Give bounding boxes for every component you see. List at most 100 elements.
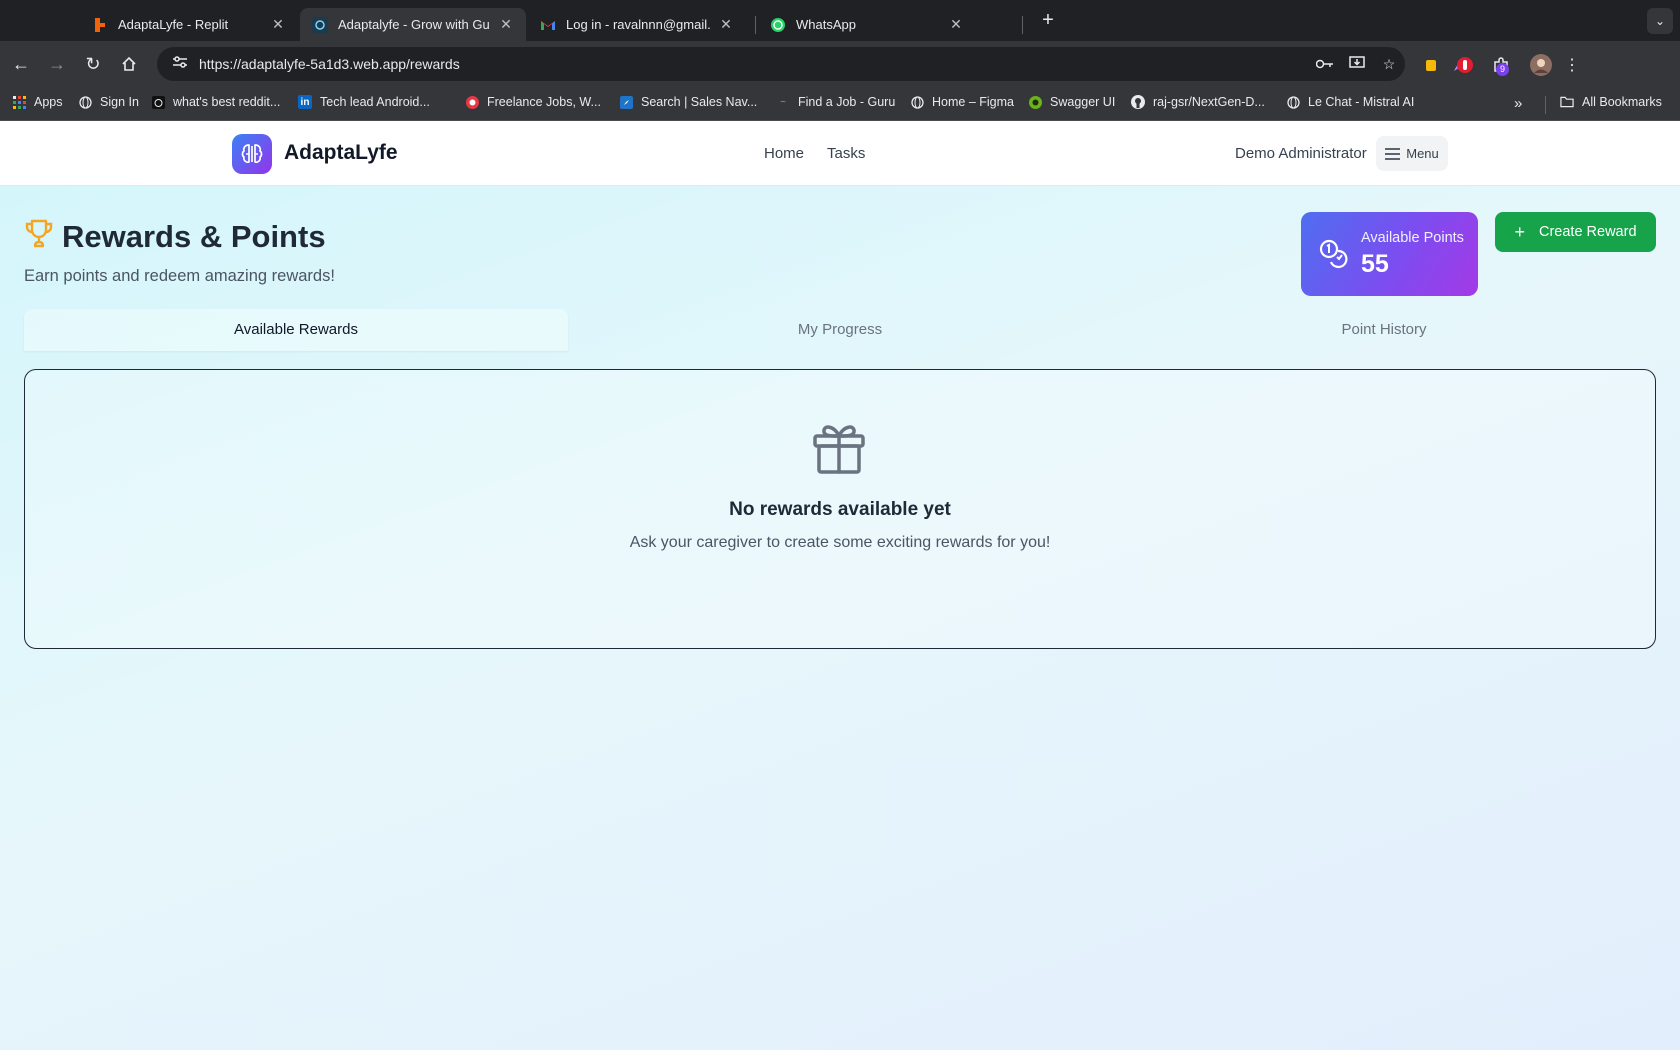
- app-navbar: AdaptaLyfe Home Tasks Demo Administrator…: [0, 121, 1680, 186]
- profile-avatar[interactable]: [1529, 53, 1553, 77]
- tab-separator: [755, 16, 756, 34]
- page-header: Rewards & Points: [24, 218, 326, 255]
- bookmarks-overflow-button[interactable]: »: [1514, 95, 1522, 112]
- close-icon[interactable]: ✕: [498, 16, 514, 33]
- new-tab-button[interactable]: +: [1035, 8, 1061, 34]
- bookmark-star-icon[interactable]: ☆: [1373, 56, 1405, 73]
- password-key-icon[interactable]: [1309, 56, 1341, 72]
- bookmark-guru[interactable]: ~ Find a Job - Guru: [776, 95, 895, 109]
- points-value: 55: [1361, 250, 1389, 278]
- extension-badge: 9: [1496, 63, 1509, 76]
- empty-state-text: Ask your caregiver to create some exciti…: [629, 534, 1051, 551]
- tab-my-progress[interactable]: My Progress: [568, 309, 1112, 351]
- bookmarks-separator: [1545, 96, 1546, 114]
- browser-toolbar: ← → ↻ https://adaptalyfe-5a1d3.web.app/r…: [0, 41, 1680, 88]
- nav-tasks-link[interactable]: Tasks: [827, 145, 865, 162]
- address-bar[interactable]: https://adaptalyfe-5a1d3.web.app/rewards…: [157, 47, 1405, 81]
- tab-title: Adaptalyfe - Grow with Guida: [338, 17, 490, 32]
- globe-icon: [1286, 95, 1300, 109]
- bookmark-freelance[interactable]: Freelance Jobs, W...: [465, 95, 601, 109]
- create-reward-button[interactable]: + Create Reward: [1495, 212, 1656, 252]
- brand-name[interactable]: AdaptaLyfe: [284, 141, 398, 165]
- adblock-extension-icon[interactable]: [1453, 53, 1477, 77]
- close-icon[interactable]: ✕: [718, 16, 734, 33]
- linkedin-icon: in: [298, 95, 312, 109]
- bookmark-label: Swagger UI: [1050, 95, 1116, 109]
- bookmark-label: Find a Job - Guru: [798, 95, 896, 109]
- menu-label: Menu: [1406, 146, 1439, 161]
- site-settings-icon[interactable]: [165, 55, 195, 73]
- bookmark-sign-in[interactable]: Sign In: [78, 95, 139, 109]
- reload-button[interactable]: ↻: [80, 51, 106, 77]
- bookmark-label: Sign In: [100, 95, 139, 109]
- coins-icon: [1318, 238, 1350, 275]
- globe-icon: [78, 95, 92, 109]
- tab-available-rewards[interactable]: Available Rewards: [24, 309, 568, 351]
- tab-separator: [1022, 16, 1023, 34]
- bookmark-label: Le Chat - Mistral AI: [1308, 95, 1415, 109]
- tab-search-button[interactable]: ⌄: [1647, 8, 1673, 34]
- bookmark-label: All Bookmarks: [1582, 95, 1662, 109]
- install-app-icon[interactable]: [1341, 55, 1373, 73]
- available-points-card: Available Points 55: [1301, 212, 1478, 296]
- bookmarks-bar: Apps Sign In what's best reddit... in Te…: [0, 88, 1680, 121]
- compass-icon: [619, 95, 633, 109]
- page-title: Rewards & Points: [62, 218, 326, 254]
- swagger-icon: [1028, 95, 1042, 109]
- tab-point-history[interactable]: Point History: [1112, 309, 1656, 351]
- bookmark-label: Search | Sales Nav...: [641, 95, 758, 109]
- guru-icon: ~: [780, 96, 786, 108]
- freelance-icon: [465, 95, 479, 109]
- tab-title: WhatsApp: [796, 17, 856, 32]
- app-viewport: AdaptaLyfe Home Tasks Demo Administrator…: [0, 121, 1680, 1050]
- browser-tab-gmail[interactable]: Log in - ravalnnn@gmail.com ✕: [528, 8, 746, 41]
- forward-button[interactable]: →: [44, 51, 70, 77]
- url-text: https://adaptalyfe-5a1d3.web.app/rewards: [199, 56, 460, 72]
- whatsapp-icon: [770, 17, 786, 33]
- apps-grid-icon: [12, 95, 26, 109]
- bookmark-figma[interactable]: Home – Figma: [910, 95, 1014, 109]
- bookmark-linkedin[interactable]: in Tech lead Android...: [298, 95, 430, 109]
- bookmark-label: Tech lead Android...: [320, 95, 430, 109]
- back-button[interactable]: ←: [8, 51, 34, 77]
- create-reward-label: Create Reward: [1539, 224, 1637, 240]
- plus-icon: +: [1514, 221, 1525, 242]
- bookmark-label: raj-gsr/NextGen-D...: [1153, 95, 1265, 109]
- brain-logo-icon[interactable]: [232, 134, 272, 174]
- menu-button[interactable]: Menu: [1376, 136, 1448, 171]
- bookmark-sales-nav[interactable]: Search | Sales Nav...: [619, 95, 757, 109]
- points-label: Available Points: [1361, 230, 1464, 246]
- bookmark-reddit[interactable]: what's best reddit...: [151, 95, 280, 109]
- browser-tab-adaptalyfe[interactable]: Adaptalyfe - Grow with Guida ✕: [300, 8, 526, 41]
- adaptalyfe-icon: [312, 16, 328, 33]
- reddit-icon: [151, 95, 165, 109]
- browser-tab-whatsapp[interactable]: WhatsApp ✕: [758, 8, 976, 41]
- bookmark-label: Home – Figma: [932, 95, 1014, 109]
- replit-icon: [92, 17, 108, 33]
- nav-home-link[interactable]: Home: [764, 145, 804, 162]
- bookmark-github[interactable]: raj-gsr/NextGen-D...: [1131, 95, 1265, 109]
- globe-icon: [910, 95, 924, 109]
- close-icon[interactable]: ✕: [270, 16, 286, 33]
- bookmark-label: what's best reddit...: [173, 95, 281, 109]
- home-button[interactable]: [116, 51, 142, 77]
- bookmark-apps[interactable]: Apps: [12, 95, 63, 109]
- empty-rewards-card: No rewards available yet Ask your caregi…: [24, 369, 1656, 649]
- close-icon[interactable]: ✕: [948, 16, 964, 33]
- all-bookmarks-button[interactable]: All Bookmarks: [1560, 95, 1662, 109]
- browser-tab-strip: AdaptaLyfe - Replit ✕ Adaptalyfe - Grow …: [0, 0, 1680, 41]
- bookmark-label: Freelance Jobs, W...: [487, 95, 601, 109]
- bookmark-swagger[interactable]: Swagger UI: [1028, 95, 1115, 109]
- extension-icon[interactable]: [1420, 53, 1444, 77]
- page-subtitle: Earn points and redeem amazing rewards!: [24, 267, 335, 285]
- bookmark-le-chat[interactable]: Le Chat - Mistral AI: [1286, 95, 1414, 109]
- bookmark-label: Apps: [34, 95, 63, 109]
- rewards-tabs: Available Rewards My Progress Point Hist…: [24, 309, 1656, 351]
- tab-title: AdaptaLyfe - Replit: [118, 17, 229, 32]
- browser-tab-replit[interactable]: AdaptaLyfe - Replit ✕: [80, 8, 298, 41]
- gmail-icon: [540, 17, 556, 33]
- user-name: Demo Administrator: [1235, 145, 1367, 162]
- hamburger-icon: [1385, 147, 1401, 160]
- browser-menu-icon[interactable]: ⋮: [1560, 53, 1584, 77]
- trophy-icon: [24, 218, 54, 255]
